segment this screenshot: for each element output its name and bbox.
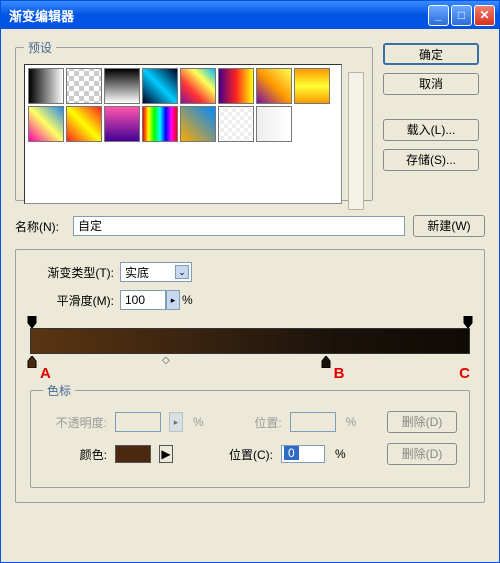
color-label: 颜色: [43,446,107,463]
chevron-down-icon: ⌄ [175,265,189,279]
preset-swatch[interactable] [218,106,254,142]
name-label: 名称(N): [15,218,65,235]
smoothness-input[interactable]: 100 [120,290,166,310]
position2-label: 位置(C): [207,446,273,463]
window-title: 渐变编辑器 [5,6,426,25]
gradient-bar[interactable] [30,328,470,354]
smoothness-unit: % [182,293,193,307]
presets-scrollbar[interactable] [348,72,364,210]
color-well[interactable] [115,445,151,463]
minimize-button[interactable]: _ [428,5,449,26]
name-row: 名称(N): 自定 新建(W) [15,215,485,237]
preset-swatch[interactable] [142,106,178,142]
delete-color-button: 删除(D) [387,443,457,465]
opacity-arrow-icon: ▸ [169,412,183,432]
preset-swatch[interactable] [218,68,254,104]
stops-fieldset: 色标 不透明度: ▸ % 位置: % 删除(D) 颜色: ▶ 位置(C): 0 [30,382,470,488]
opacity-stop-left[interactable] [26,316,38,328]
save-button[interactable]: 存储(S)... [383,149,479,171]
presets-fieldset: 预设 [15,39,373,201]
smoothness-arrow-icon[interactable]: ▸ [166,290,180,310]
preset-grid[interactable] [24,64,342,204]
load-button[interactable]: 载入(L)... [383,119,479,141]
name-input[interactable]: 自定 [73,216,405,236]
gradient-type-value: 实底 [125,264,149,281]
gradient-type-select[interactable]: 实底 ⌄ [120,262,192,282]
preset-swatch[interactable] [66,68,102,104]
gradient-bar-wrap: ◇ A B C [30,318,470,366]
delete-opacity-button: 删除(D) [387,411,457,433]
preset-swatch[interactable] [28,106,64,142]
buttons-column: 确定 取消 载入(L)... 存储(S)... [383,39,479,201]
opacity-stop-right[interactable] [462,316,474,328]
opacity-unit: % [193,415,204,429]
color-stop-a[interactable] [26,356,38,368]
color-picker-arrow-icon[interactable]: ▶ [159,445,173,463]
preset-swatch[interactable] [180,106,216,142]
position1-label: 位置: [232,414,282,431]
preset-swatch[interactable] [180,68,216,104]
preset-swatch[interactable] [28,68,64,104]
preset-swatch[interactable] [256,68,292,104]
cancel-button[interactable]: 取消 [383,73,479,95]
preset-swatch[interactable] [104,68,140,104]
ok-button[interactable]: 确定 [383,43,479,65]
preset-swatch[interactable] [142,68,178,104]
marker-a: A [40,365,51,382]
smoothness-label: 平滑度(M): [30,292,114,309]
new-button[interactable]: 新建(W) [413,215,485,237]
midpoint-diamond[interactable]: ◇ [162,355,170,366]
opacity-label: 不透明度: [43,414,107,431]
position1-unit: % [346,415,357,429]
preset-swatch[interactable] [256,106,292,142]
preset-swatch[interactable] [104,106,140,142]
marker-c: C [459,365,470,382]
position2-input[interactable]: 0 [281,445,325,463]
position2-unit: % [335,447,346,461]
preset-swatch[interactable] [294,68,330,104]
titlebar[interactable]: 渐变编辑器 _ □ ✕ [1,1,499,29]
opacity-input [115,412,161,432]
stops-legend: 色标 [43,382,75,399]
gradient-settings-fieldset: 渐变类型(T): 实底 ⌄ 平滑度(M): 100 ▸ % [15,249,485,503]
content-area: 预设 确定 取消 载入(L)... 存储(S)... 名称(N): 自定 新建(… [1,29,499,562]
presets-legend: 预设 [24,39,56,56]
preset-swatch[interactable] [66,106,102,142]
close-button[interactable]: ✕ [474,5,495,26]
gradient-type-label: 渐变类型(T): [30,264,114,281]
marker-b: B [334,365,345,382]
gradient-editor-window: 渐变编辑器 _ □ ✕ 预设 确定 取消 载入(L)... 存储(S)... 名… [0,0,500,563]
position1-input [290,412,336,432]
maximize-button[interactable]: □ [451,5,472,26]
color-stop-b[interactable] [320,356,332,368]
